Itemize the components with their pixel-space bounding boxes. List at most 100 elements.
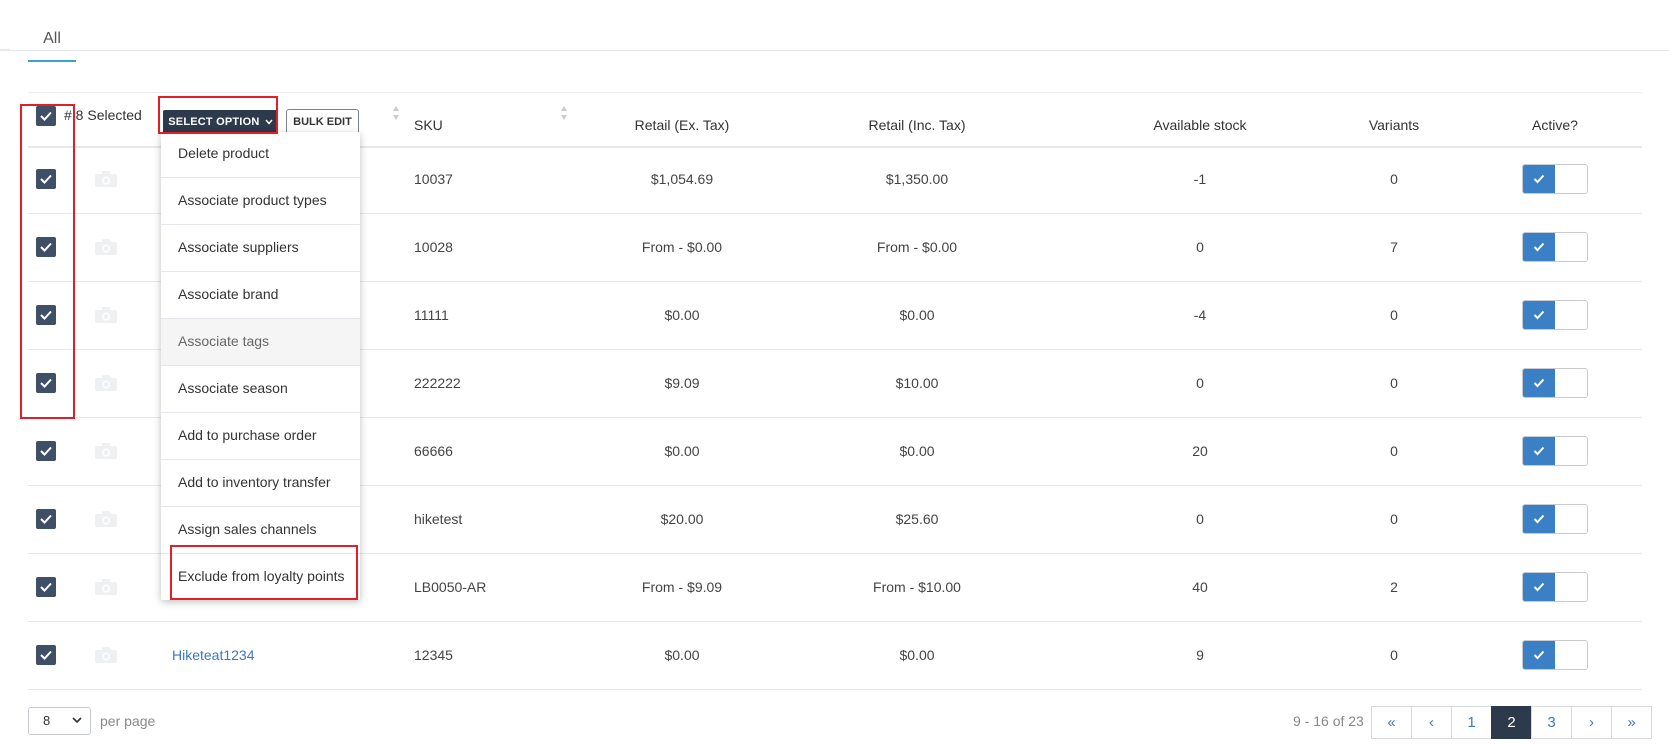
active-toggle[interactable] (1522, 368, 1588, 398)
retail-ex-cell: $20.00 (660, 511, 704, 527)
retail-inc-cell: $1,350.00 (885, 171, 949, 187)
stock-cell: 0 (1196, 375, 1204, 391)
tab-all[interactable]: All (28, 26, 76, 62)
column-variants: Variants (1368, 117, 1420, 133)
page-button[interactable]: « (1371, 706, 1412, 739)
row-checkbox[interactable] (36, 645, 56, 665)
camera-icon (94, 170, 118, 188)
sku-cell: 222222 (414, 375, 461, 391)
sku-cell: hiketest (414, 511, 463, 527)
row-checkbox[interactable] (36, 441, 56, 461)
camera-icon (94, 578, 118, 596)
page-button[interactable]: › (1571, 706, 1612, 739)
stock-cell: 9 (1196, 647, 1204, 663)
variants-cell: 0 (1390, 443, 1398, 459)
toggle-knob (1523, 369, 1555, 397)
highlight-checkboxes (20, 104, 75, 419)
row-checkbox[interactable] (36, 509, 56, 529)
stock-cell: 20 (1192, 443, 1208, 459)
product-name-link[interactable]: Hiketeat1234 (172, 647, 255, 663)
camera-icon (94, 646, 118, 664)
sku-cell: LB0050-AR (414, 579, 487, 595)
dropdown-item[interactable]: Associate brand (161, 272, 360, 319)
column-available-stock: Available stock (1153, 117, 1247, 133)
variants-cell: 0 (1390, 647, 1398, 663)
page-button[interactable]: 2 (1491, 706, 1532, 739)
per-page-label: per page (100, 713, 156, 729)
check-icon (1533, 242, 1545, 252)
camera-icon (94, 442, 118, 460)
variants-cell: 0 (1390, 375, 1398, 391)
sku-cell: 11111 (414, 307, 449, 323)
retail-ex-cell: $0.00 (664, 443, 700, 459)
active-toggle[interactable] (1522, 300, 1588, 330)
check-icon (1533, 650, 1545, 660)
dropdown-item[interactable]: Associate suppliers (161, 225, 360, 272)
active-toggle[interactable] (1522, 164, 1588, 194)
pagination: «‹ 1 2 3 ›» (1371, 706, 1652, 739)
per-page-select[interactable]: 8 (28, 707, 91, 735)
dropdown-item[interactable]: Delete product (161, 131, 360, 178)
page-button[interactable]: 3 (1531, 706, 1572, 739)
retail-ex-cell: From - $9.09 (641, 579, 723, 595)
retail-inc-cell: $10.00 (895, 375, 939, 391)
dropdown-item[interactable]: Associate season (161, 366, 360, 413)
toggle-knob (1523, 437, 1555, 465)
column-retail-ex-tax: Retail (Ex. Tax) (634, 117, 730, 133)
tabs-bar: All (0, 0, 1669, 62)
dropdown-item[interactable]: Associate product types (161, 178, 360, 225)
check-icon (1533, 378, 1545, 388)
toggle-knob (1523, 165, 1555, 193)
dropdown-item[interactable]: Associate tags (161, 319, 360, 366)
pagination-range: 9 - 16 of 23 (1293, 713, 1364, 729)
column-retail-inc-tax: Retail (Inc. Tax) (868, 117, 966, 133)
retail-inc-cell: $0.00 (899, 443, 935, 459)
dropdown-item[interactable]: Add to inventory transfer (161, 460, 360, 507)
stock-cell: -4 (1193, 307, 1207, 323)
sku-cell: 12345 (414, 647, 453, 663)
camera-icon (94, 374, 118, 392)
retail-ex-cell: $9.09 (664, 375, 700, 391)
stock-cell: 40 (1192, 579, 1208, 595)
sku-cell: 66666 (414, 443, 453, 459)
variants-cell: 7 (1390, 239, 1398, 255)
sku-cell: 10028 (414, 239, 453, 255)
check-icon (1533, 310, 1545, 320)
toggle-knob (1523, 301, 1555, 329)
retail-inc-cell: From - $0.00 (876, 239, 958, 255)
per-page-value: 8 (43, 713, 51, 728)
page-button[interactable]: » (1611, 706, 1652, 739)
page-button[interactable]: 1 (1451, 706, 1492, 739)
retail-ex-cell: $0.00 (664, 307, 700, 323)
dropdown-item[interactable]: Add to purchase order (161, 413, 360, 460)
retail-ex-cell: From - $0.00 (641, 239, 723, 255)
tab-divider (0, 49, 10, 50)
stock-cell: -1 (1193, 171, 1207, 187)
highlight-select-option (158, 96, 278, 134)
active-toggle[interactable] (1522, 640, 1588, 670)
variants-cell: 0 (1390, 511, 1398, 527)
retail-inc-cell: $0.00 (899, 307, 935, 323)
camera-icon (94, 238, 118, 256)
check-icon (1533, 446, 1545, 456)
select-option-dropdown: Delete product Associate product types Ass… (161, 132, 360, 600)
toggle-knob (1523, 641, 1555, 669)
active-toggle[interactable] (1522, 504, 1588, 534)
active-toggle[interactable] (1522, 436, 1588, 466)
stock-cell: 0 (1196, 239, 1204, 255)
stock-cell: 0 (1196, 511, 1204, 527)
sort-icon[interactable] (560, 105, 568, 121)
chevron-down-icon (72, 717, 82, 724)
active-toggle[interactable] (1522, 572, 1588, 602)
toggle-knob (1523, 505, 1555, 533)
sort-icon[interactable] (392, 105, 400, 121)
highlight-exclude-loyalty (170, 545, 358, 600)
table-row: Hiketeat1234 12345 $0.00 $0.00 9 0 (28, 621, 1642, 690)
row-checkbox[interactable] (36, 577, 56, 597)
variants-cell: 0 (1390, 307, 1398, 323)
active-toggle[interactable] (1522, 232, 1588, 262)
toggle-knob (1523, 233, 1555, 261)
page-button[interactable]: ‹ (1411, 706, 1452, 739)
camera-icon (94, 306, 118, 324)
column-sku[interactable]: SKU (414, 117, 443, 133)
